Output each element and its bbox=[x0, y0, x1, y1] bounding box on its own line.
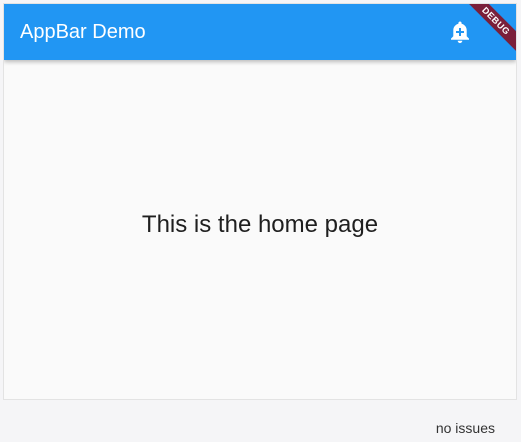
app-bar: AppBar Demo bbox=[4, 4, 516, 60]
home-body: This is the home page bbox=[4, 60, 516, 399]
status-bar: no issues bbox=[0, 402, 521, 442]
home-message: This is the home page bbox=[141, 210, 379, 238]
add-alert-button[interactable] bbox=[446, 18, 474, 46]
add-alert-icon bbox=[451, 21, 469, 44]
app-window: AppBar Demo DEBUG This is the home page bbox=[3, 3, 517, 400]
app-bar-title: AppBar Demo bbox=[20, 21, 146, 43]
status-text: no issues bbox=[435, 420, 495, 436]
